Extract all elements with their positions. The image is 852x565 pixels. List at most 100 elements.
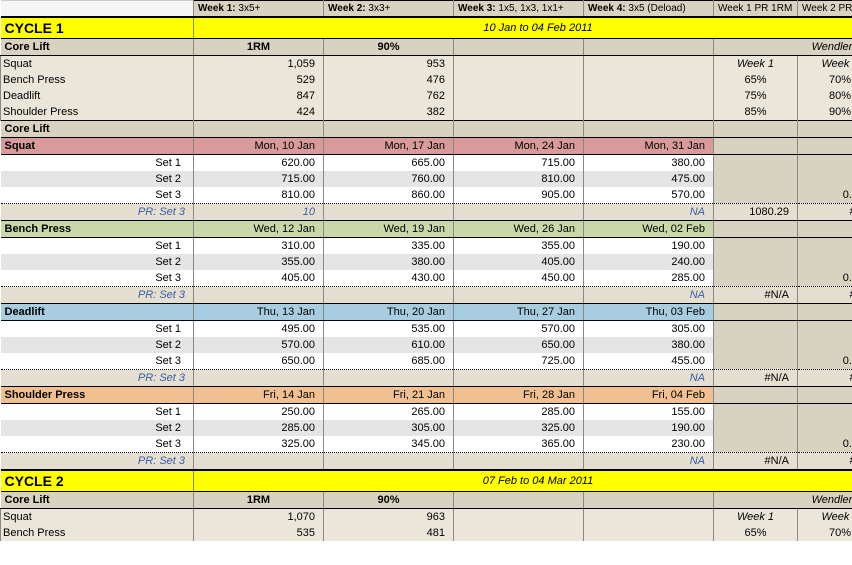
cell[interactable]: Fri, 28 Jan — [454, 387, 584, 404]
pr-label[interactable]: PR: Set 3 — [1, 370, 194, 387]
cell[interactable]: 475.00 — [584, 171, 714, 187]
cell[interactable]: 85% — [714, 104, 798, 121]
cell[interactable]: 0.00% — [798, 187, 852, 204]
cell[interactable] — [584, 121, 714, 138]
cell[interactable]: #N/A — [714, 287, 798, 304]
cell[interactable]: 190.00 — [584, 238, 714, 255]
cell[interactable] — [714, 436, 798, 453]
cell[interactable]: Wed, 26 Jan — [454, 221, 584, 238]
cell[interactable]: 65% — [714, 72, 798, 88]
core-lift-label[interactable]: Core Lift — [1, 39, 194, 56]
cell[interactable]: 90% — [798, 104, 852, 121]
cell[interactable] — [798, 155, 852, 172]
cell[interactable]: 620.00 — [194, 155, 324, 172]
cell-week2[interactable]: Week 2: 3x3+ — [324, 1, 454, 18]
cell[interactable]: 155.00 — [584, 404, 714, 421]
cell[interactable] — [798, 387, 852, 404]
cell[interactable]: 495.00 — [194, 321, 324, 338]
set-label[interactable]: Set 3 — [1, 187, 194, 204]
cell[interactable] — [714, 121, 798, 138]
wendler-perc[interactable]: Wendler Perc — [714, 39, 852, 56]
cell[interactable]: 810.00 — [454, 171, 584, 187]
set-label[interactable]: Set 1 — [1, 155, 194, 172]
cell[interactable] — [324, 121, 454, 138]
cell[interactable]: 335.00 — [324, 238, 454, 255]
cell[interactable] — [798, 238, 852, 255]
cell-pr1[interactable]: Week 1 PR 1RM — [714, 1, 798, 18]
cell[interactable]: #N/A — [714, 453, 798, 471]
cell[interactable] — [324, 453, 454, 471]
cell[interactable] — [798, 171, 852, 187]
cell[interactable]: 424 — [194, 104, 324, 121]
cell[interactable] — [194, 121, 324, 138]
cell-blank[interactable] — [1, 1, 194, 18]
cell[interactable]: 355.00 — [454, 238, 584, 255]
cell[interactable]: Mon, 24 Jan — [454, 138, 584, 155]
col-1rm[interactable]: 1RM — [194, 39, 324, 56]
cell[interactable] — [798, 337, 852, 353]
cell[interactable]: 0.00% — [798, 270, 852, 287]
cell[interactable] — [584, 509, 714, 526]
cell[interactable]: 963 — [324, 509, 454, 526]
cell[interactable]: 0.00% — [798, 353, 852, 370]
cell[interactable] — [714, 171, 798, 187]
core-lift-label[interactable]: Core Lift — [1, 492, 194, 509]
perc-wk1[interactable]: Week 1 — [714, 509, 798, 526]
lift-name[interactable]: Deadlift — [1, 304, 194, 321]
cell[interactable]: 685.00 — [324, 353, 454, 370]
col-1rm[interactable]: 1RM — [194, 492, 324, 509]
cell[interactable]: 715.00 — [194, 171, 324, 187]
cell[interactable]: 405.00 — [194, 270, 324, 287]
cell[interactable]: #N/A — [714, 370, 798, 387]
cell[interactable]: 476 — [324, 72, 454, 88]
pr-label[interactable]: PR: Set 3 — [1, 287, 194, 304]
cell[interactable] — [798, 404, 852, 421]
cell[interactable]: 405.00 — [454, 254, 584, 270]
cell[interactable] — [454, 39, 584, 56]
cell[interactable]: 305.00 — [324, 420, 454, 436]
cell[interactable]: 10 — [194, 204, 324, 221]
cell[interactable] — [798, 420, 852, 436]
cell[interactable]: #N/A — [798, 370, 852, 387]
set-label[interactable]: Set 1 — [1, 404, 194, 421]
cell[interactable] — [584, 56, 714, 73]
cell[interactable] — [324, 370, 454, 387]
cell[interactable] — [714, 337, 798, 353]
cell[interactable]: Fri, 04 Feb — [584, 387, 714, 404]
cell[interactable]: 847 — [194, 88, 324, 104]
cell[interactable]: 650.00 — [194, 353, 324, 370]
cell-pr2[interactable]: Week 2 PR 1RM — [798, 1, 852, 18]
perc-wk2[interactable]: Week 2 — [798, 56, 852, 73]
cell[interactable]: 1,070 — [194, 509, 324, 526]
cell[interactable]: 355.00 — [194, 254, 324, 270]
cell[interactable]: NA — [584, 453, 714, 471]
cell[interactable]: 305.00 — [584, 321, 714, 338]
cell[interactable] — [798, 254, 852, 270]
cell-week4[interactable]: Week 4: 3x5 (Deload) — [584, 1, 714, 18]
set-label[interactable]: Set 3 — [1, 270, 194, 287]
cell[interactable]: 535.00 — [324, 321, 454, 338]
cell[interactable] — [714, 353, 798, 370]
cell[interactable]: 265.00 — [324, 404, 454, 421]
cell[interactable] — [714, 404, 798, 421]
cell[interactable]: 70% — [798, 72, 852, 88]
cell[interactable]: 380.00 — [584, 337, 714, 353]
cycle2-dates[interactable]: 07 Feb to 04 Mar 2011 — [194, 470, 852, 492]
cell[interactable] — [194, 453, 324, 471]
cell[interactable] — [714, 321, 798, 338]
cell[interactable]: Thu, 20 Jan — [324, 304, 454, 321]
cell[interactable] — [194, 370, 324, 387]
cell[interactable] — [714, 187, 798, 204]
lift-name[interactable]: Squat — [1, 509, 194, 526]
cell[interactable] — [454, 287, 584, 304]
cell[interactable]: #N/A — [798, 287, 852, 304]
cell[interactable]: 810.00 — [194, 187, 324, 204]
cell[interactable]: 570.00 — [584, 187, 714, 204]
lift-name[interactable]: Bench Press — [1, 72, 194, 88]
cell[interactable]: 65% — [714, 525, 798, 541]
cell[interactable] — [454, 453, 584, 471]
cell-week1[interactable]: Week 1: 3x5+ — [194, 1, 324, 18]
cell[interactable]: 481 — [324, 525, 454, 541]
cell[interactable]: 760.00 — [324, 171, 454, 187]
cell[interactable] — [798, 221, 852, 238]
